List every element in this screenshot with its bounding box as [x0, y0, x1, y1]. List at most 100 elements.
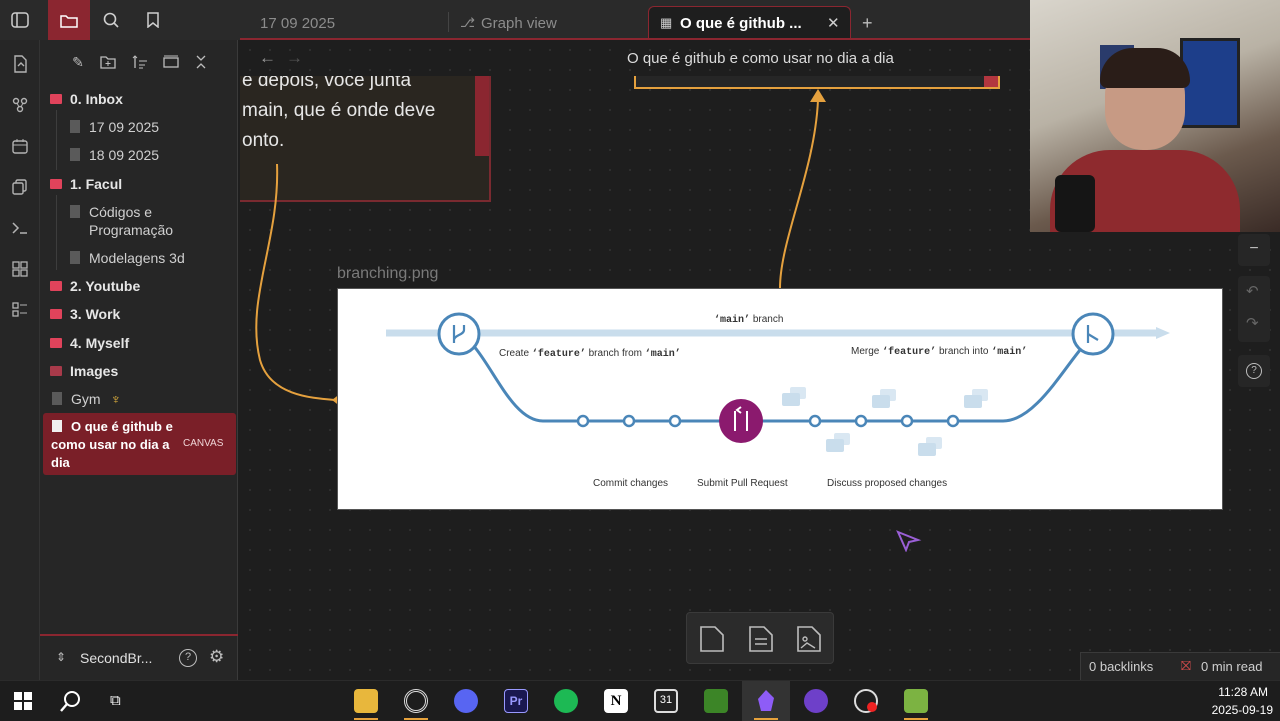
obs-icon[interactable]: [404, 689, 428, 713]
commit-caption: Commit changes: [593, 478, 669, 489]
folder-icon: [50, 94, 62, 104]
caption-word: branch from: [588, 348, 642, 359]
folder-myself[interactable]: 4. Myself: [50, 335, 129, 351]
android-studio-icon[interactable]: [904, 689, 928, 713]
premiere-icon[interactable]: Pr: [504, 689, 528, 713]
copy-icon[interactable]: [10, 177, 30, 197]
main-word: main: [720, 315, 745, 326]
folder-label: 3. Work: [70, 306, 121, 322]
feature-word: feature: [888, 347, 931, 358]
new-tab-button[interactable]: +: [862, 6, 873, 40]
help-icon[interactable]: ?: [179, 649, 197, 667]
collapse-view-icon[interactable]: [161, 52, 181, 72]
graph-view-icon[interactable]: [10, 95, 30, 115]
canvas-help-button[interactable]: ?: [1238, 355, 1270, 387]
file-codigos[interactable]: Códigos e Programação: [70, 203, 190, 239]
spotify-icon[interactable]: [554, 689, 578, 713]
pull-request-caption: Submit Pull Request: [697, 478, 788, 489]
github-desktop-icon[interactable]: [804, 689, 828, 713]
ribbon: [0, 40, 40, 680]
settings-gear-icon[interactable]: ⚙: [209, 647, 224, 667]
read-time: 0 min read: [1201, 659, 1263, 674]
file-17-09-2025[interactable]: 17 09 2025: [70, 118, 159, 136]
webcam-overlay: [1030, 0, 1280, 232]
file-label: Gym: [71, 391, 101, 407]
new-folder-icon[interactable]: [98, 52, 118, 72]
document-icon: [70, 120, 80, 133]
new-note-icon[interactable]: ✎: [68, 52, 88, 72]
tab-daily-note[interactable]: 17 09 2025: [260, 6, 335, 40]
grid-icon[interactable]: [10, 259, 30, 279]
close-icon[interactable]: ✕: [827, 14, 840, 32]
file-gym[interactable]: Gym ♆: [52, 390, 121, 408]
folder-label: Images: [70, 363, 119, 379]
collapse-all-icon[interactable]: [191, 52, 211, 72]
edge-image-to-card[interactable]: [779, 99, 819, 289]
sidebar-toggle-icon[interactable]: [0, 0, 40, 40]
file-label: O que é github e como usar no dia a dia: [51, 419, 173, 470]
bookmark-icon[interactable]: [133, 0, 173, 40]
document-icon: [70, 205, 80, 218]
folder-youtube[interactable]: 2. Youtube: [50, 278, 140, 294]
commit-dot: [622, 414, 636, 428]
tab-graph-view[interactable]: ⎇ Graph view: [460, 6, 557, 40]
search-icon[interactable]: [60, 690, 82, 712]
file-modelagens[interactable]: Modelagens 3d: [70, 249, 185, 267]
minecraft-icon[interactable]: [704, 689, 728, 713]
add-card-icon[interactable]: [699, 625, 725, 653]
task-view-icon[interactable]: ⧉: [110, 692, 121, 709]
vault-name[interactable]: SecondBr...: [80, 650, 152, 666]
image-file-label: branching.png: [337, 265, 439, 282]
folder-inbox[interactable]: 0. Inbox: [50, 91, 123, 107]
folder-facul[interactable]: 1. Facul: [50, 176, 122, 192]
file-active-canvas[interactable]: O que é github e como usar no dia a dia …: [43, 413, 236, 475]
add-note-icon[interactable]: [748, 625, 774, 653]
calendar-app-icon[interactable]: 31: [654, 689, 678, 713]
search-icon[interactable]: [91, 0, 131, 40]
tab-bar: 17 09 2025 ⎇ Graph view ▦ O que é github…: [0, 0, 1030, 40]
add-media-icon[interactable]: [796, 625, 822, 653]
commit-dot: [854, 414, 868, 428]
calendar-icon[interactable]: [10, 136, 30, 156]
backlinks-count[interactable]: 0 backlinks: [1089, 659, 1153, 674]
main-arrow: [1156, 327, 1170, 339]
pull-request-node: [719, 399, 763, 443]
folder-work[interactable]: 3. Work: [50, 306, 120, 322]
file-label: Modelagens 3d: [89, 250, 185, 266]
sidebar-divider: [40, 634, 238, 636]
document-icon: [52, 392, 62, 405]
terminal-icon[interactable]: [10, 218, 30, 238]
edge-arrowhead: [810, 89, 826, 102]
sort-icon[interactable]: [130, 52, 150, 72]
commit-dot: [668, 414, 682, 428]
folder-images[interactable]: Images: [50, 363, 118, 379]
clock-time[interactable]: 11:28 AM: [1198, 685, 1268, 699]
tab-active-canvas[interactable]: ▦ O que é github ... ✕: [648, 6, 851, 40]
zoom-out-button[interactable]: −: [1238, 234, 1270, 266]
folder-icon: [50, 179, 62, 189]
file-explorer-icon[interactable]: [354, 689, 378, 713]
undo-icon[interactable]: ↶: [1246, 282, 1259, 300]
edge-note-to-image[interactable]: [255, 163, 336, 401]
files-tab-icon[interactable]: [48, 0, 90, 40]
file-18-09-2025[interactable]: 18 09 2025: [70, 146, 159, 164]
clock-date[interactable]: 2025-09-19: [1198, 703, 1273, 717]
redo-icon[interactable]: ↷: [1246, 314, 1259, 332]
vault-switch-icon[interactable]: ⇕: [56, 650, 66, 664]
switch-vault-icon[interactable]: [10, 54, 30, 74]
person-hair: [1100, 48, 1190, 88]
file-explorer: ✎ 0. Inbox 17 09 2025 18 09 2025 1. Facu…: [40, 40, 238, 680]
caption-word: Merge: [851, 346, 880, 357]
sync-error-icon[interactable]: ⛝: [1181, 658, 1191, 674]
microphone: [1055, 175, 1095, 232]
feature-word: feature: [537, 349, 580, 360]
merge-node: [1071, 312, 1115, 356]
speedometer-icon[interactable]: [854, 689, 878, 713]
notion-icon[interactable]: N: [604, 689, 628, 713]
discord-icon[interactable]: [454, 689, 478, 713]
windows-start-icon[interactable]: [14, 692, 32, 710]
list-icon[interactable]: [10, 300, 30, 320]
obsidian-icon[interactable]: [754, 689, 778, 713]
image-card-branching[interactable]: ‘main’ branch Create ‘feature’ branch fr…: [337, 288, 1223, 510]
status-bar: 0 backlinks ⛝ 0 min read: [1080, 652, 1280, 680]
